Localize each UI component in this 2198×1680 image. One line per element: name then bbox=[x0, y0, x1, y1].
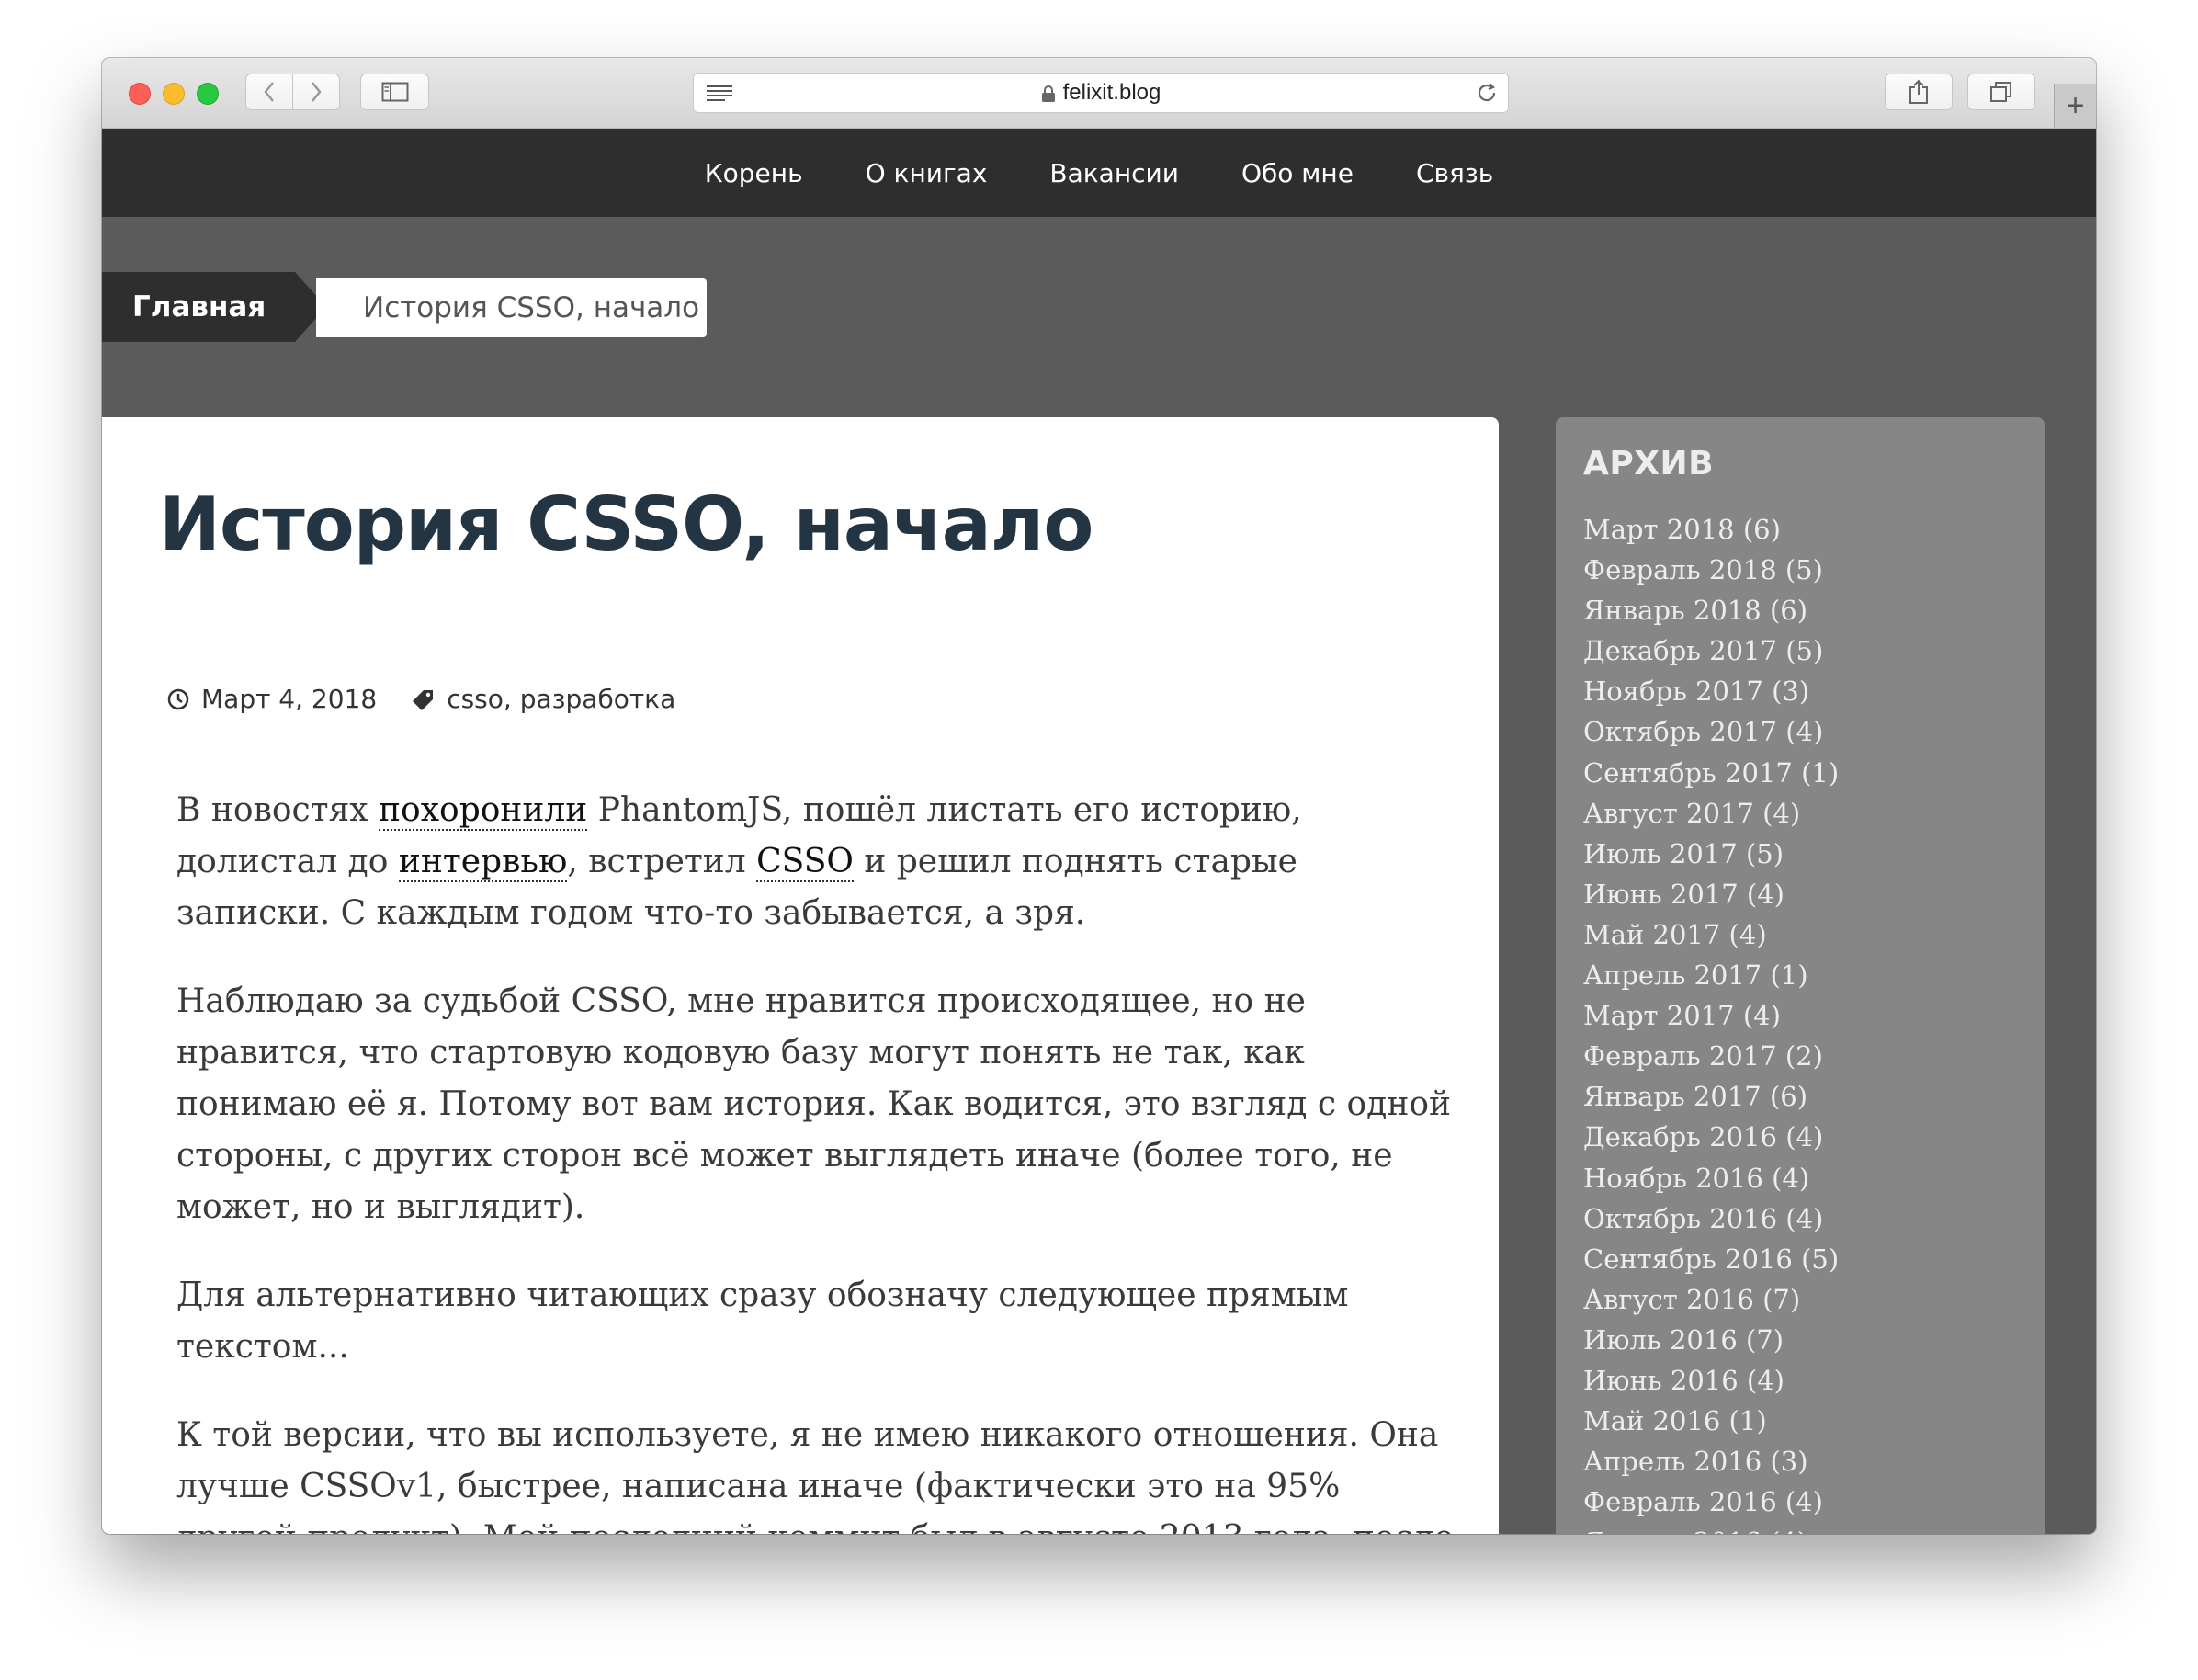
archive-item[interactable]: Октябрь 2016 (4) bbox=[1583, 1198, 1839, 1239]
reader-view-icon[interactable] bbox=[707, 85, 732, 101]
archive-item[interactable]: Апрель 2017 (1) bbox=[1583, 955, 1839, 995]
article-tags-text[interactable]: csso, разработка bbox=[447, 684, 675, 714]
link-buried[interactable]: похоронили bbox=[379, 791, 588, 831]
chevron-left-icon bbox=[264, 82, 274, 102]
nav-item-jobs[interactable]: Вакансии bbox=[1049, 158, 1179, 188]
paragraph-text: , встретил bbox=[567, 843, 757, 880]
archive-item[interactable]: Январь 2016 (4) bbox=[1583, 1522, 1839, 1534]
archive-item[interactable]: Сентябрь 2016 (5) bbox=[1583, 1239, 1839, 1279]
sidebar-icon bbox=[381, 82, 408, 102]
url-text: felixit.blog bbox=[1062, 80, 1161, 105]
back-button[interactable] bbox=[245, 74, 293, 110]
share-icon bbox=[1909, 79, 1928, 104]
nav-item-root[interactable]: Корень bbox=[705, 158, 803, 188]
nav-item-contact[interactable]: Связь bbox=[1416, 158, 1493, 188]
address-bar[interactable]: felixit.blog bbox=[693, 73, 1509, 113]
archive-item[interactable]: Декабрь 2017 (5) bbox=[1583, 630, 1839, 671]
article-date: Март 4, 2018 bbox=[201, 684, 378, 714]
minimize-window-button[interactable] bbox=[163, 83, 185, 105]
tag-icon bbox=[413, 689, 434, 710]
archive-item[interactable]: Февраль 2016 (4) bbox=[1583, 1481, 1839, 1522]
archive-item[interactable]: Июнь 2016 (4) bbox=[1583, 1360, 1839, 1401]
close-window-button[interactable] bbox=[129, 83, 151, 105]
archive-item[interactable]: Сентябрь 2017 (1) bbox=[1583, 753, 1839, 793]
archive-item[interactable]: Март 2017 (4) bbox=[1583, 995, 1839, 1036]
archive-item[interactable]: Январь 2017 (6) bbox=[1583, 1076, 1839, 1117]
archive-sidebar: АРХИВ Март 2018 (6) Февраль 2018 (5) Январ… bbox=[1556, 417, 2045, 1534]
article-paragraph: В новостях похоронили PhantomJS, пошёл л… bbox=[176, 785, 1454, 939]
reload-icon[interactable] bbox=[1475, 81, 1499, 105]
article-body: В новостях похоронили PhantomJS, пошёл л… bbox=[176, 785, 1454, 1534]
tabs-icon bbox=[1990, 82, 2011, 102]
chevron-right-icon bbox=[312, 82, 322, 102]
sidebar-toggle-button[interactable] bbox=[360, 74, 429, 110]
tab-overview-button[interactable] bbox=[1967, 74, 2035, 110]
archive-item[interactable]: Август 2017 (4) bbox=[1583, 793, 1839, 834]
archive-item[interactable]: Июль 2017 (5) bbox=[1583, 834, 1839, 874]
article-tags: csso, разработка bbox=[412, 684, 675, 714]
nav-item-about[interactable]: Обо мне bbox=[1241, 158, 1354, 188]
article: История CSSO, начало Март 4, 2018 csso, … bbox=[102, 417, 1499, 1534]
article-title: История CSSO, начало bbox=[159, 482, 1093, 567]
clock-icon bbox=[167, 688, 189, 709]
archive-item[interactable]: Май 2016 (1) bbox=[1583, 1401, 1839, 1441]
archive-item[interactable]: Февраль 2018 (5) bbox=[1583, 550, 1839, 590]
browser-window: felixit.blog + Корень О книгах Вакансии … bbox=[102, 58, 2096, 1534]
archive-title: АРХИВ bbox=[1583, 445, 1715, 482]
new-tab-button[interactable]: + bbox=[2054, 84, 2096, 128]
share-button[interactable] bbox=[1885, 74, 1953, 110]
zoom-window-button[interactable] bbox=[197, 83, 219, 105]
article-paragraph: Наблюдаю за судьбой CSSO, мне нравится п… bbox=[176, 982, 1452, 1226]
lock-icon bbox=[1041, 85, 1055, 102]
archive-item[interactable]: Июль 2016 (7) bbox=[1583, 1320, 1839, 1360]
paragraph-text: В новостях bbox=[176, 791, 380, 829]
archive-item[interactable]: Ноябрь 2016 (4) bbox=[1583, 1158, 1839, 1198]
article-paragraph: Для альтернативно читающих сразу обознач… bbox=[176, 1277, 1349, 1366]
browser-toolbar: felixit.blog + bbox=[102, 58, 2096, 129]
archive-item[interactable]: Апрель 2016 (3) bbox=[1583, 1441, 1839, 1481]
archive-item[interactable]: Октябрь 2017 (4) bbox=[1583, 711, 1839, 752]
article-meta: Март 4, 2018 csso, разработка bbox=[166, 684, 675, 714]
archive-item[interactable]: Март 2018 (6) bbox=[1583, 509, 1839, 550]
archive-item[interactable]: Ноябрь 2017 (3) bbox=[1583, 671, 1839, 711]
archive-item[interactable]: Август 2016 (7) bbox=[1583, 1279, 1839, 1320]
breadcrumb-home[interactable]: Главная bbox=[102, 272, 295, 342]
breadcrumb-current: История CSSO, начало bbox=[316, 278, 707, 337]
archive-item[interactable]: Январь 2018 (6) bbox=[1583, 590, 1839, 630]
article-paragraph: К той версии, что вы используете, я не и… bbox=[176, 1416, 1454, 1534]
link-interview[interactable]: интервью bbox=[398, 843, 568, 882]
site-navigation: Корень О книгах Вакансии Обо мне Связь bbox=[102, 129, 2096, 217]
archive-item[interactable]: Май 2017 (4) bbox=[1583, 914, 1839, 955]
archive-item[interactable]: Июнь 2017 (4) bbox=[1583, 874, 1839, 914]
forward-button[interactable] bbox=[292, 74, 340, 110]
link-csso[interactable]: CSSO bbox=[756, 843, 854, 882]
nav-item-books[interactable]: О книгах bbox=[866, 158, 988, 188]
archive-list: Март 2018 (6) Февраль 2018 (5) Январь 2018… bbox=[1583, 509, 1839, 1534]
archive-item[interactable]: Декабрь 2016 (4) bbox=[1583, 1117, 1839, 1157]
archive-item[interactable]: Февраль 2017 (2) bbox=[1583, 1036, 1839, 1076]
